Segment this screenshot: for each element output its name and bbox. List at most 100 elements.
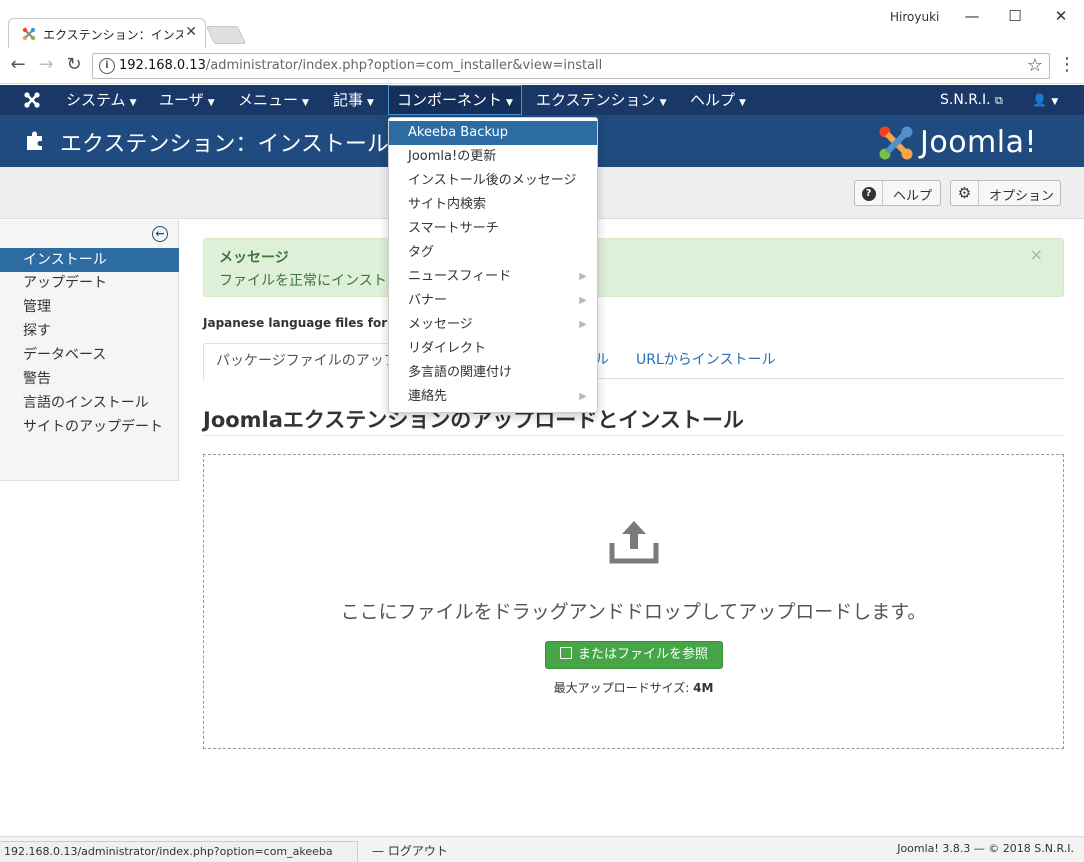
menu-item-label: ニュースフィード [408, 269, 512, 284]
joomla-brand: Joomla! [876, 121, 1066, 163]
upload-dropzone[interactable]: ここにファイルをドラッグアンドドロップしてアップロードします。 またはファイルを… [203, 454, 1064, 749]
message-heading: メッセージ [219, 250, 289, 266]
menu-item-post-install-messages[interactable]: インストール後のメッセージ [389, 169, 597, 193]
menu-item-search[interactable]: サイト内検索 [389, 193, 597, 217]
window-user-name: Hiroyuki [890, 10, 940, 24]
site-name: S.N.R.I. [940, 92, 991, 108]
nav-content[interactable]: 記事 ▼ [333, 85, 374, 115]
nav-components[interactable]: コンポーネント ▼ [388, 85, 522, 115]
menu-item-tags[interactable]: タグ [389, 241, 597, 265]
external-link-icon: ⧉ [994, 94, 1003, 107]
puzzle-piece-icon [27, 131, 42, 150]
nav-help-label: ヘルプ [690, 91, 736, 109]
menu-item-label: 連絡先 [408, 389, 448, 404]
minimize-icon[interactable]: — [957, 4, 987, 28]
menu-item-associations[interactable]: 多言語の関連付け [389, 361, 597, 385]
help-button[interactable]: ? ヘルプ [854, 180, 941, 206]
menu-item-contacts[interactable]: 連絡先 ▶ [389, 385, 597, 409]
reload-icon[interactable]: ↻ [62, 54, 86, 78]
new-tab-button[interactable] [205, 26, 247, 44]
status-url: 192.168.0.13/administrator/index.php?opt… [0, 841, 358, 862]
user-menu[interactable]: 👤 ▼ [1032, 85, 1058, 115]
menu-item-label: 多言語の関連付け [408, 365, 513, 380]
section-title: Joomlaエクステンションのアップロードとインストール [203, 404, 1064, 436]
dropzone-text: ここにファイルをドラッグアンドドロップしてアップロードします。 [340, 601, 927, 623]
browser-toolbar: ← → ↻ i 192.168.0.13/administrator/index… [0, 48, 1084, 84]
forward-icon[interactable]: → [34, 54, 58, 78]
tab-install-url[interactable]: URLからインストール [624, 343, 788, 380]
sidebar-item-update-sites[interactable]: サイトのアップデート [0, 415, 179, 439]
menu-item-label: メッセージ [408, 317, 473, 332]
chevron-down-icon: ▼ [302, 98, 309, 108]
sidebar-item-warnings[interactable]: 警告 [0, 367, 179, 391]
nav-help[interactable]: ヘルプ ▼ [690, 85, 746, 115]
address-bar[interactable]: i 192.168.0.13/administrator/index.php?o… [92, 53, 1050, 79]
browser-titlebar: エクステンション：インストール ✕ Hiroyuki — ☐ ✕ [0, 0, 1084, 48]
tab-close-icon[interactable]: ✕ [185, 24, 197, 40]
joomla-logo-icon [879, 126, 913, 160]
nav-menus[interactable]: メニュー ▼ [238, 85, 309, 115]
menu-item-label: タグ [408, 245, 435, 260]
chevron-down-icon: ▼ [207, 98, 215, 108]
nav-content-label: 記事 [333, 91, 364, 109]
site-link[interactable]: S.N.R.I. ⧉ [940, 85, 1003, 115]
logout-label: ログアウト [387, 844, 448, 858]
nav-extensions[interactable]: エクステンション ▼ [536, 85, 666, 115]
bookmark-star-icon[interactable]: ☆ [1027, 55, 1043, 76]
install-tabs: パッケージファイルのアップロ ル URLからインストール [203, 343, 1064, 380]
submenu-arrow-icon: ▶ [579, 391, 587, 402]
menu-item-banners[interactable]: バナー ▶ [389, 289, 597, 313]
browser-tab-title: エクステンション：インストール [43, 28, 183, 42]
menu-item-label: Akeeba Backup [408, 125, 508, 140]
question-icon: ? [855, 181, 883, 205]
menu-item-smart-search[interactable]: スマートサーチ [389, 217, 597, 241]
nav-components-label: コンポーネント [397, 91, 503, 109]
sidebar-item-manage[interactable]: 管理 [0, 295, 179, 319]
nav-system[interactable]: システム ▼ [66, 85, 136, 115]
message-text: ファイルを正常にインストー [219, 273, 401, 289]
menu-item-redirects[interactable]: リダイレクト [389, 337, 597, 361]
max-upload-value: 4M [693, 681, 714, 695]
joomla-logo-icon[interactable] [22, 91, 42, 109]
browser-menu-icon[interactable]: ⋮ [1058, 54, 1076, 75]
sidebar-item-database[interactable]: データベース [0, 343, 179, 367]
menu-item-label: リダイレクト [408, 341, 487, 356]
menu-item-label: Joomla!の更新 [408, 149, 497, 164]
submenu-arrow-icon: ▶ [579, 295, 587, 306]
page-title: エクステンション：インストール [60, 132, 389, 157]
menu-item-newsfeeds[interactable]: ニュースフィード ▶ [389, 265, 597, 289]
help-button-label: ヘルプ [893, 189, 933, 204]
menu-item-akeeba-backup[interactable]: Akeeba Backup [389, 121, 597, 145]
window-close-icon[interactable]: ✕ [1046, 4, 1076, 28]
sidebar-item-install-languages[interactable]: 言語のインストール [0, 391, 179, 415]
sidebar-item-update[interactable]: アップデート [0, 271, 179, 295]
nav-users[interactable]: ユーザ ▼ [159, 85, 215, 115]
nav-menus-label: メニュー [238, 91, 299, 109]
alert-close-icon[interactable]: × [1030, 245, 1043, 264]
browse-file-label: またはファイルを参照 [577, 647, 708, 662]
nav-users-label: ユーザ [159, 91, 204, 109]
back-icon[interactable]: ← [6, 54, 30, 78]
logout-link[interactable]: — ログアウト [372, 842, 448, 859]
chevron-down-icon: ▼ [506, 98, 513, 108]
status-bar: 192.168.0.13/administrator/index.php?opt… [0, 836, 1084, 862]
nav-system-label: システム [66, 91, 126, 109]
user-icon: 👤 [1032, 93, 1047, 107]
submenu-arrow-icon: ▶ [579, 271, 587, 282]
upload-icon [609, 521, 659, 564]
max-upload-label: 最大アップロードサイズ: [553, 681, 690, 695]
chevron-down-icon: ▼ [739, 98, 746, 108]
browse-file-button[interactable]: またはファイルを参照 [545, 641, 723, 669]
address-url: 192.168.0.13/administrator/index.php?opt… [119, 58, 602, 73]
maximize-icon[interactable]: ☐ [1000, 4, 1030, 28]
admin-navbar: システム ▼ ユーザ ▼ メニュー ▼ 記事 ▼ コンポーネント ▼ エクステンション ▼ … [0, 85, 1084, 115]
sidebar-item-discover[interactable]: 探す [0, 319, 179, 343]
options-button[interactable]: ⚙ オプション [950, 180, 1061, 206]
menu-item-joomla-update[interactable]: Joomla!の更新 [389, 145, 597, 169]
sidebar-item-install[interactable]: インストール [0, 248, 179, 272]
sidebar-toggle-icon[interactable]: ← [152, 226, 168, 242]
menu-item-messages[interactable]: メッセージ ▶ [389, 313, 597, 337]
browser-tab[interactable]: エクステンション：インストール ✕ [8, 18, 206, 48]
info-icon[interactable]: i [99, 58, 115, 74]
url-host: 192.168.0.13 [119, 58, 206, 73]
